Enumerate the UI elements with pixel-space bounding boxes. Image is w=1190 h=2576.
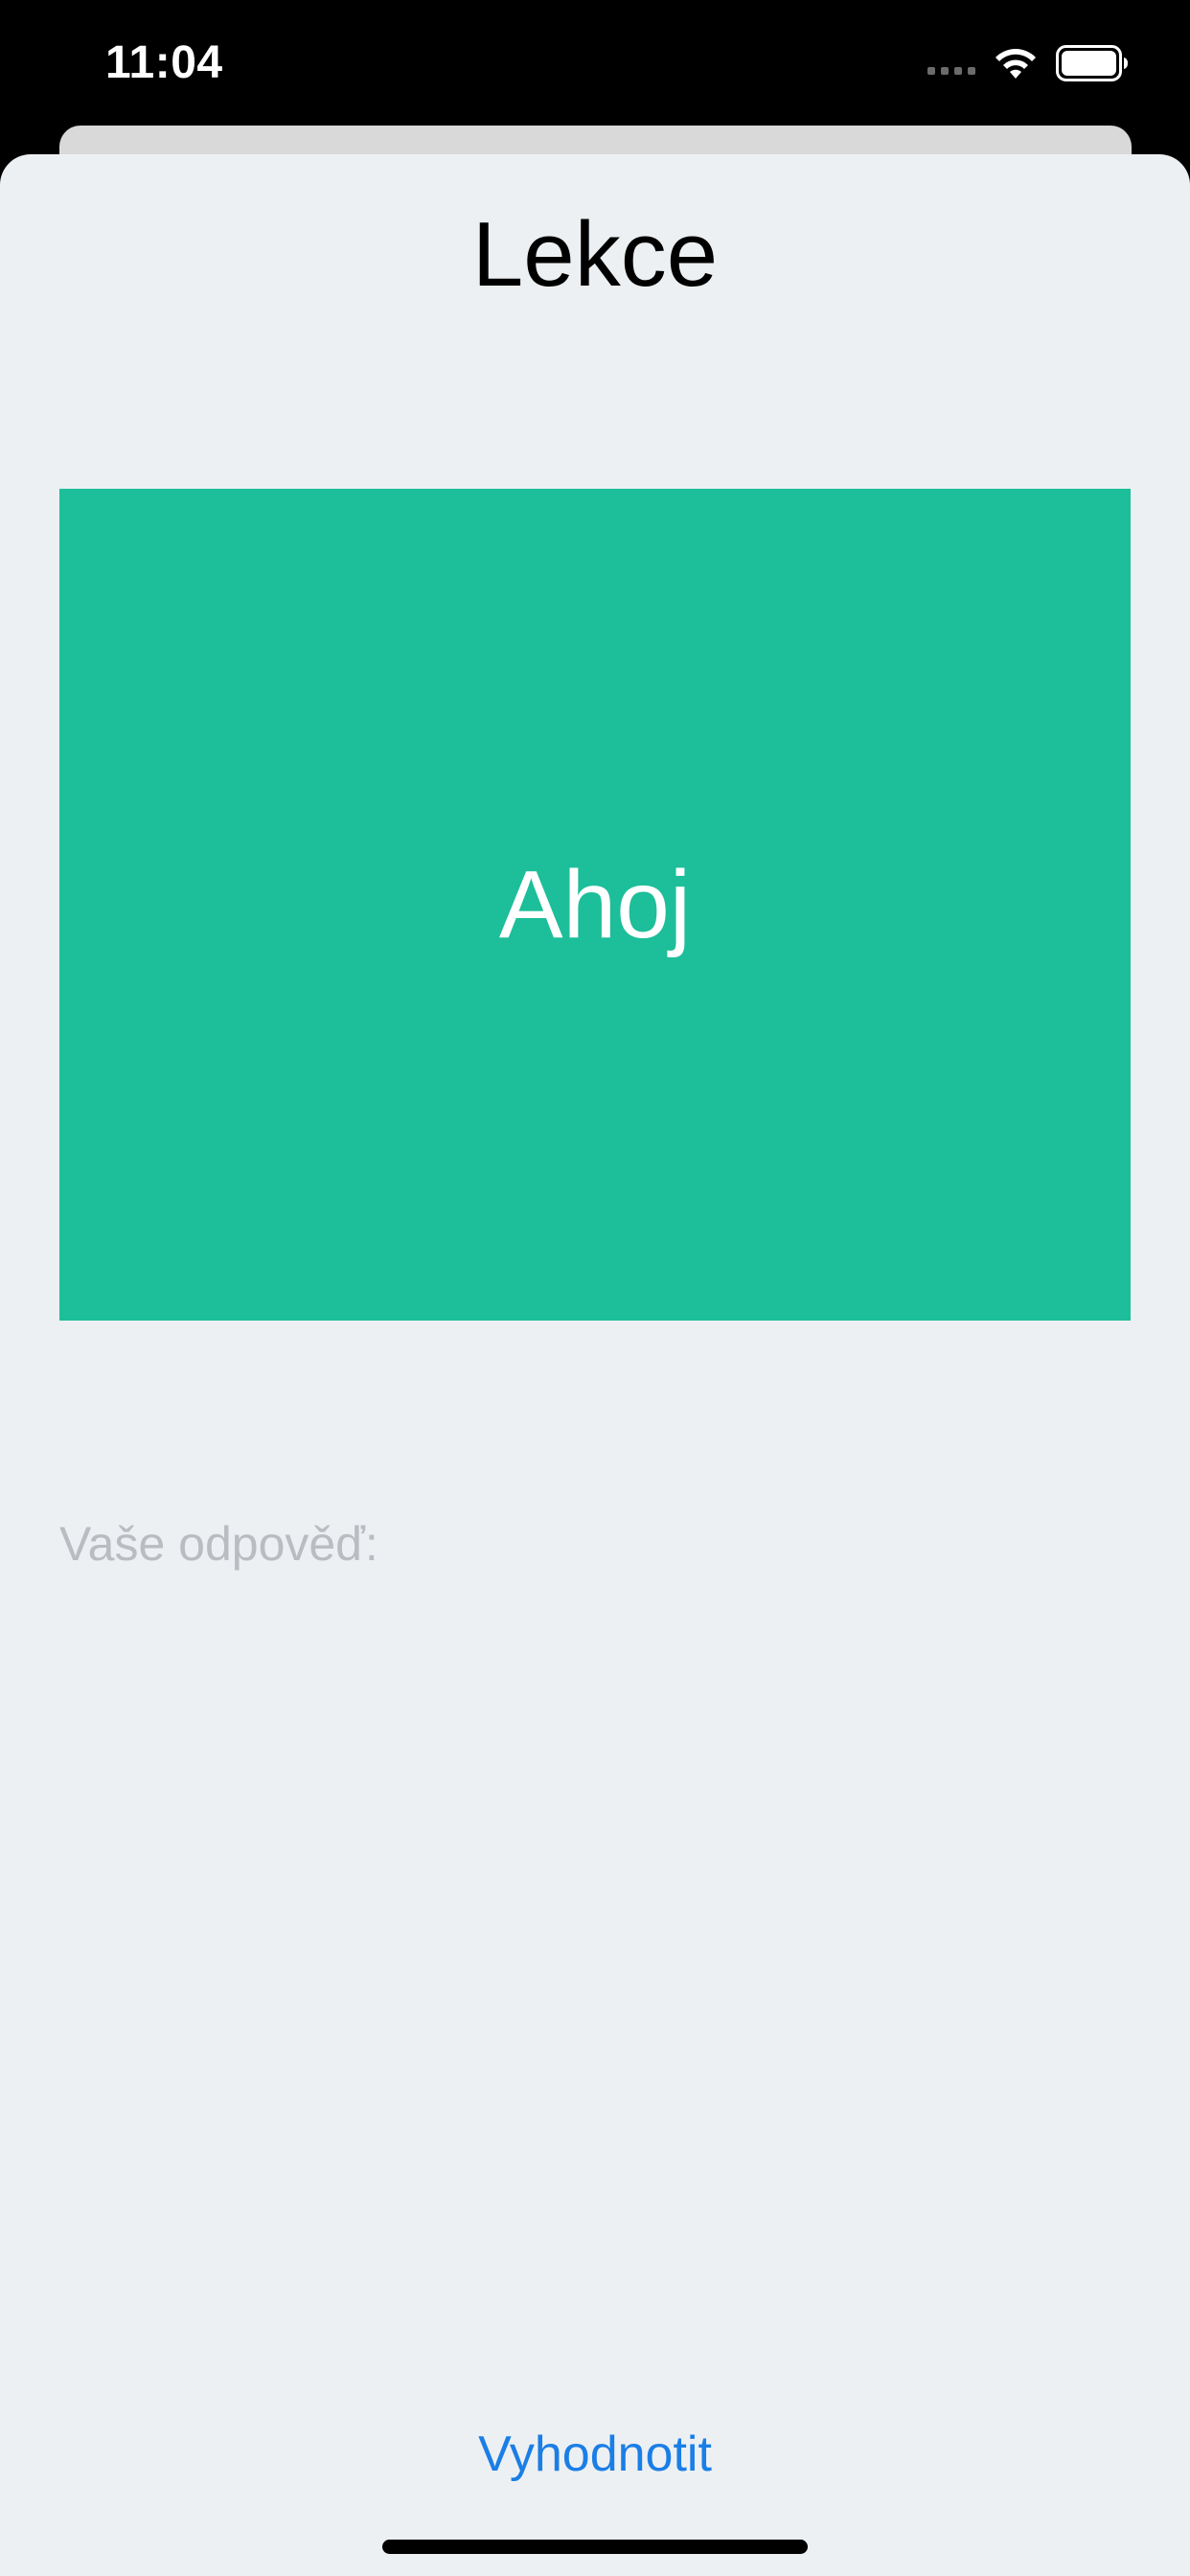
status-time: 11:04 [105, 37, 223, 88]
lesson-sheet: Lekce Ahoj Vyhodnotit [0, 154, 1190, 2576]
status-icons [927, 42, 1129, 84]
app-screen: 11:04 Lekce Ahoj Vyhodnotit [0, 0, 1190, 2576]
flash-card-word: Ahoj [498, 850, 692, 958]
wifi-icon [995, 49, 1036, 79]
home-indicator[interactable] [382, 2540, 808, 2554]
flash-card: Ahoj [59, 489, 1131, 1321]
cellular-signal-icon [927, 52, 975, 75]
status-bar: 11:04 [0, 0, 1190, 126]
battery-icon [1056, 45, 1128, 81]
evaluate-button[interactable]: Vyhodnotit [0, 2416, 1190, 2493]
answer-input[interactable] [59, 1496, 1131, 1592]
page-title: Lekce [471, 203, 719, 306]
